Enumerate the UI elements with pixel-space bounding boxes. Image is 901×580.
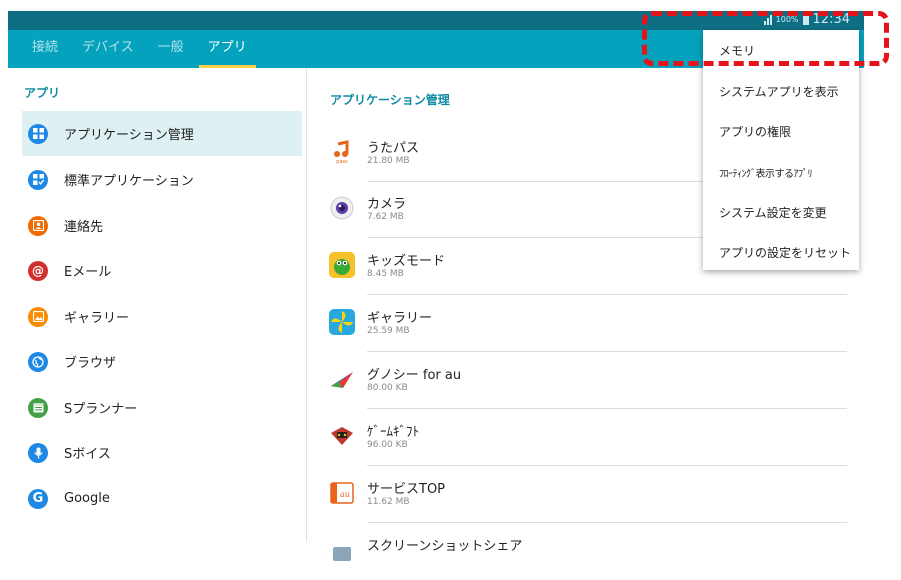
sidebar-item-label: Sプランナー — [64, 402, 138, 417]
gallery-app-icon — [329, 309, 355, 335]
section-title-app-manager: アプリケーション管理 — [330, 93, 450, 107]
app-size: 8.45 MB — [367, 269, 404, 279]
sidebar-item-label: Eメール — [64, 265, 112, 280]
sidebar-item-google[interactable]: G Google — [22, 476, 302, 521]
menu-item-show-system-apps[interactable]: システムアプリを表示 — [719, 83, 839, 100]
grid-icon — [28, 123, 48, 144]
app-name: スクリーンショットシェア — [367, 539, 523, 554]
app-name: ｹﾞｰﾑｷﾞﾌﾄ — [367, 425, 419, 440]
menu-item-reset-app-preferences[interactable]: アプリの設定をリセット — [719, 244, 851, 261]
highlight-box — [642, 11, 889, 66]
sidebar-item-label: Google — [64, 491, 110, 506]
default-apps-icon — [28, 169, 48, 190]
app-row-gunosy[interactable]: グノシー for au 80.00 KB — [325, 352, 847, 409]
app-size: 96.00 KB — [367, 440, 408, 450]
au-service-icon: au — [329, 480, 355, 506]
category-list: アプリ アプリケーション管理 標準アプリケーション 連絡先 @ Eメール ギャラ… — [8, 68, 307, 542]
app-size: 7.62 MB — [367, 212, 404, 222]
utapass-icon: pass — [329, 139, 355, 165]
sidebar-item-label: 標準アプリケーション — [64, 174, 194, 189]
microphone-icon — [28, 442, 48, 463]
section-title-apps: アプリ — [24, 86, 61, 100]
contact-icon — [28, 215, 48, 236]
game-gift-icon — [329, 423, 355, 449]
sidebar-item-app-manager[interactable]: アプリケーション管理 — [22, 111, 302, 156]
sidebar-item-label: アプリケーション管理 — [64, 128, 194, 143]
sidebar-item-s-voice[interactable]: Sボイス — [22, 430, 302, 475]
camera-icon — [329, 195, 355, 221]
app-row-gallery[interactable]: ギャラリー 25.59 MB — [325, 295, 847, 352]
sidebar-item-s-planner[interactable]: Sプランナー — [22, 385, 302, 430]
overflow-menu: メモリ システムアプリを表示 アプリの権限 ﾌﾛｰﾃｨﾝｸﾞ表示するｱﾌﾟﾘ シ… — [703, 30, 859, 270]
app-name: カメラ — [367, 197, 407, 212]
app-name: サービスTOP — [367, 482, 446, 497]
app-name: グノシー for au — [367, 368, 462, 383]
at-icon: @ — [28, 260, 48, 281]
tab-device[interactable]: デバイス — [73, 30, 143, 68]
gunosy-icon — [329, 366, 355, 392]
app-row-game-gift[interactable]: ｹﾞｰﾑｷﾞﾌﾄ 96.00 KB — [325, 409, 847, 466]
sidebar-item-label: ギャラリー — [64, 311, 130, 326]
menu-item-floating-apps[interactable]: ﾌﾛｰﾃｨﾝｸﾞ表示するｱﾌﾟﾘ — [719, 165, 813, 180]
svg-text:pass: pass — [336, 159, 348, 165]
google-icon: G — [28, 488, 48, 509]
sidebar-item-browser[interactable]: ブラウザ — [22, 339, 302, 384]
tab-connections[interactable]: 接続 — [23, 30, 67, 68]
app-size: 11.62 MB — [367, 497, 410, 507]
app-name: キッズモード — [367, 254, 446, 269]
kids-mode-icon — [329, 252, 355, 278]
calendar-icon — [28, 397, 48, 418]
sidebar-item-label: ブラウザ — [64, 356, 117, 371]
app-row-screenshot-share[interactable]: スクリーンショットシェア — [325, 523, 847, 580]
sidebar-item-email[interactable]: @ Eメール — [22, 248, 302, 293]
sidebar-item-default-apps[interactable]: 標準アプリケーション — [22, 157, 302, 202]
sidebar-item-contacts[interactable]: 連絡先 — [22, 203, 302, 248]
tab-general[interactable]: 一般 — [149, 30, 193, 68]
app-size: 80.00 KB — [367, 383, 408, 393]
sidebar-item-label: Sボイス — [64, 447, 111, 462]
menu-item-modify-system-settings[interactable]: システム設定を変更 — [719, 204, 827, 221]
svg-text:au: au — [340, 490, 350, 499]
app-name: うたパス — [367, 141, 420, 156]
sidebar-item-label: 連絡先 — [64, 220, 104, 235]
app-name: ギャラリー — [367, 311, 433, 326]
globe-icon — [28, 351, 48, 372]
app-size: 21.80 MB — [367, 156, 410, 166]
app-size: 25.59 MB — [367, 326, 410, 336]
sidebar-item-gallery[interactable]: ギャラリー — [22, 294, 302, 339]
menu-item-app-permissions[interactable]: アプリの権限 — [719, 123, 791, 140]
app-row-service-top[interactable]: au サービスTOP 11.62 MB — [325, 466, 847, 523]
screenshot-icon — [329, 537, 355, 563]
gallery-icon — [28, 306, 48, 327]
tab-apps[interactable]: アプリ — [198, 30, 256, 68]
